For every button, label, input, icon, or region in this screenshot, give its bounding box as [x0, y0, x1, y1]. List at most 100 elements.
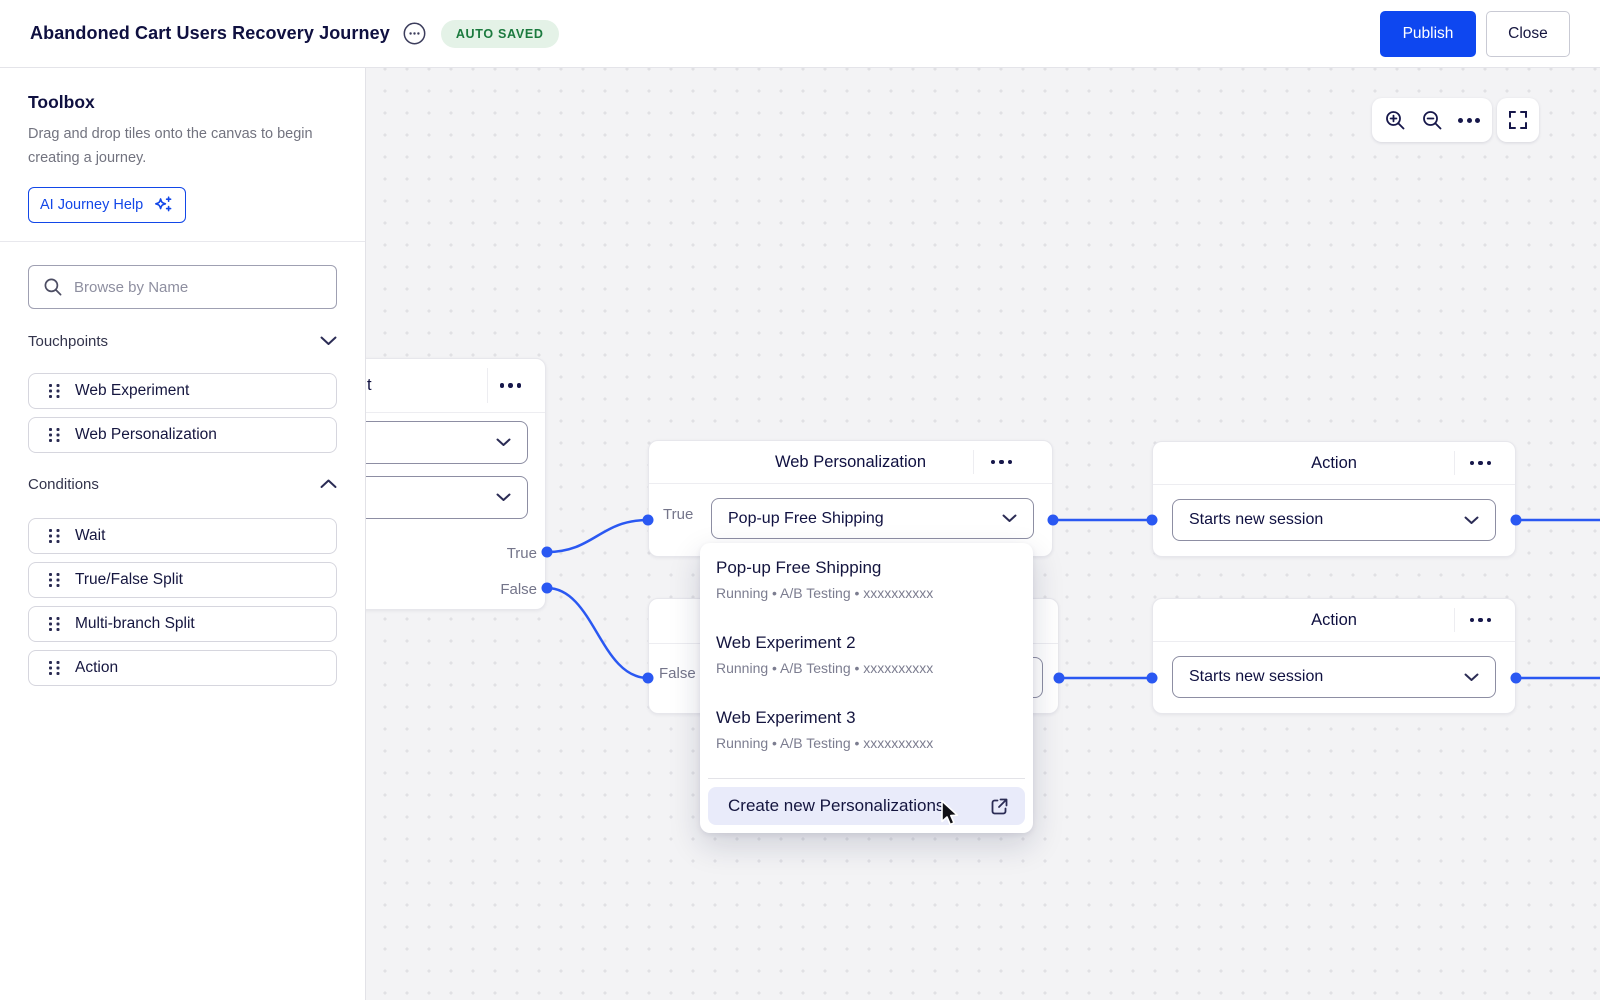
search-icon	[43, 277, 63, 297]
fullscreen-button[interactable]	[1506, 108, 1530, 132]
node-true-false-split[interactable]: t True False	[366, 358, 546, 610]
section-label: Touchpoints	[28, 332, 109, 350]
header-divider	[1454, 451, 1455, 475]
ai-journey-help-button[interactable]: AI Journey Help	[28, 187, 187, 223]
menu-item-web-experiment-2[interactable]: Web Experiment 2 Running • A/B Testing •…	[700, 626, 1033, 701]
node-title: Action	[1311, 610, 1357, 629]
chevron-down-icon	[1002, 514, 1017, 523]
connector-true	[546, 518, 649, 554]
section-header-touchpoints[interactable]: Touchpoints	[28, 327, 337, 355]
canvas-more-options-button[interactable]	[1456, 116, 1482, 125]
false-port-label: False	[500, 581, 537, 598]
node-options-button[interactable]	[1466, 457, 1496, 470]
chevron-down-icon	[1464, 516, 1479, 525]
section-label: Conditions	[28, 475, 99, 493]
node-header: Web Personalization	[649, 441, 1052, 484]
node-options-button[interactable]	[1466, 614, 1496, 627]
node-title: Action	[1311, 453, 1357, 472]
journey-canvas[interactable]: t True False Web Personalization True Po…	[366, 68, 1600, 1000]
action-select[interactable]: Starts new session	[1172, 499, 1496, 541]
tile-label: Web Personalization	[75, 426, 217, 443]
input-port-label: True	[663, 506, 694, 523]
split-select-2[interactable]	[366, 476, 528, 519]
search-input[interactable]	[72, 277, 322, 297]
personalization-dropdown-menu: Pop-up Free Shipping Running • A/B Testi…	[700, 543, 1033, 833]
title-options-button[interactable]	[403, 22, 427, 46]
tile-label: Wait	[75, 527, 106, 544]
chevron-up-icon	[320, 479, 337, 489]
chevron-down-icon	[320, 336, 337, 346]
fullscreen-control	[1497, 98, 1539, 142]
external-link-icon	[989, 796, 1010, 817]
node-action-bottom[interactable]: Action Starts new session	[1152, 598, 1516, 714]
node-web-personalization[interactable]: Web Personalization True Pop-up Free Shi…	[648, 440, 1053, 557]
menu-item-subtitle: Running • A/B Testing • xxxxxxxxxx	[716, 735, 934, 751]
circle-ellipsis-icon	[403, 22, 426, 45]
menu-item-title: Web Experiment 2	[716, 633, 856, 652]
node-header: Action	[1153, 599, 1515, 642]
node-options-button[interactable]	[987, 456, 1017, 469]
toolbox-search[interactable]	[28, 265, 337, 309]
menu-item-popup-free-shipping[interactable]: Pop-up Free Shipping Running • A/B Testi…	[700, 551, 1033, 626]
create-label: Create new Personalizations	[728, 796, 945, 815]
node-action-top[interactable]: Action Starts new session	[1152, 441, 1516, 557]
section-header-conditions[interactable]: Conditions	[28, 470, 337, 498]
tile-label: Multi-branch Split	[75, 615, 195, 632]
drag-handle-icon	[49, 661, 60, 675]
action-select[interactable]: Starts new session	[1172, 656, 1496, 698]
select-value: Pop-up Free Shipping	[728, 509, 884, 527]
personalization-select[interactable]: Pop-up Free Shipping	[711, 498, 1034, 539]
touchpoints-tiles: Web Experiment Web Personalization	[28, 373, 337, 453]
close-button[interactable]: Close	[1486, 10, 1570, 57]
select-value: Starts new session	[1189, 511, 1324, 528]
ellipsis-icon	[1458, 117, 1480, 123]
zoom-in-icon	[1384, 109, 1407, 132]
create-new-personalizations-item[interactable]: Create new Personalizations	[708, 787, 1025, 825]
drag-handle-icon	[49, 384, 60, 398]
publish-button[interactable]: Publish	[1380, 10, 1476, 57]
tile-web-personalization[interactable]: Web Personalization	[28, 417, 337, 453]
tile-action[interactable]: Action	[28, 650, 337, 686]
tile-true-false-split[interactable]: True/False Split	[28, 562, 337, 598]
true-port-label: True	[506, 545, 537, 562]
header-divider	[1454, 608, 1455, 632]
page-title: Abandoned Cart Users Recovery Journey	[30, 23, 390, 43]
zoom-in-button[interactable]	[1382, 107, 1409, 134]
input-port-label: False	[659, 665, 696, 682]
zoom-out-button[interactable]	[1419, 107, 1446, 134]
split-select-1[interactable]	[366, 421, 528, 464]
node-header: t	[366, 359, 545, 413]
conditions-tiles: Wait True/False Split Multi-branch Split…	[28, 518, 337, 686]
drag-handle-icon	[49, 573, 60, 587]
sidebar-divider	[0, 241, 365, 242]
toolbox-description: Drag and drop tiles onto the canvas to b…	[28, 126, 313, 166]
drag-handle-icon	[49, 617, 60, 631]
tile-label: Action	[75, 659, 119, 676]
chevron-down-icon	[496, 493, 511, 502]
menu-item-web-experiment-3[interactable]: Web Experiment 3 Running • A/B Testing •…	[700, 701, 1033, 776]
sparkles-icon	[152, 194, 174, 216]
node-options-button[interactable]	[496, 379, 526, 392]
menu-item-title: Web Experiment 3	[716, 708, 856, 727]
header-divider	[973, 450, 974, 474]
canvas-zoom-controls	[1372, 98, 1492, 142]
menu-item-subtitle: Running • A/B Testing • xxxxxxxxxx	[716, 585, 934, 601]
top-bar: Abandoned Cart Users Recovery Journey AU…	[0, 0, 1600, 68]
drag-handle-icon	[49, 428, 60, 442]
tile-multi-branch-split[interactable]: Multi-branch Split	[28, 606, 337, 642]
menu-item-title: Pop-up Free Shipping	[716, 558, 882, 577]
tile-label: Web Experiment	[75, 382, 190, 399]
tile-web-experiment[interactable]: Web Experiment	[28, 373, 337, 409]
fullscreen-icon	[1508, 110, 1528, 130]
tile-label: True/False Split	[75, 571, 183, 588]
menu-divider	[708, 778, 1025, 779]
select-value: Starts new session	[1189, 668, 1324, 685]
chevron-down-icon	[496, 438, 511, 447]
status-badge: AUTO SAVED	[440, 19, 559, 48]
node-header: Action	[1153, 442, 1515, 485]
drag-handle-icon	[49, 529, 60, 543]
tile-wait[interactable]: Wait	[28, 518, 337, 554]
menu-item-subtitle: Running • A/B Testing • xxxxxxxxxx	[716, 660, 934, 676]
toolbox-sidebar: Toolbox Drag and drop tiles onto the can…	[0, 68, 366, 1000]
ai-journey-help-label: AI Journey Help	[40, 197, 144, 213]
